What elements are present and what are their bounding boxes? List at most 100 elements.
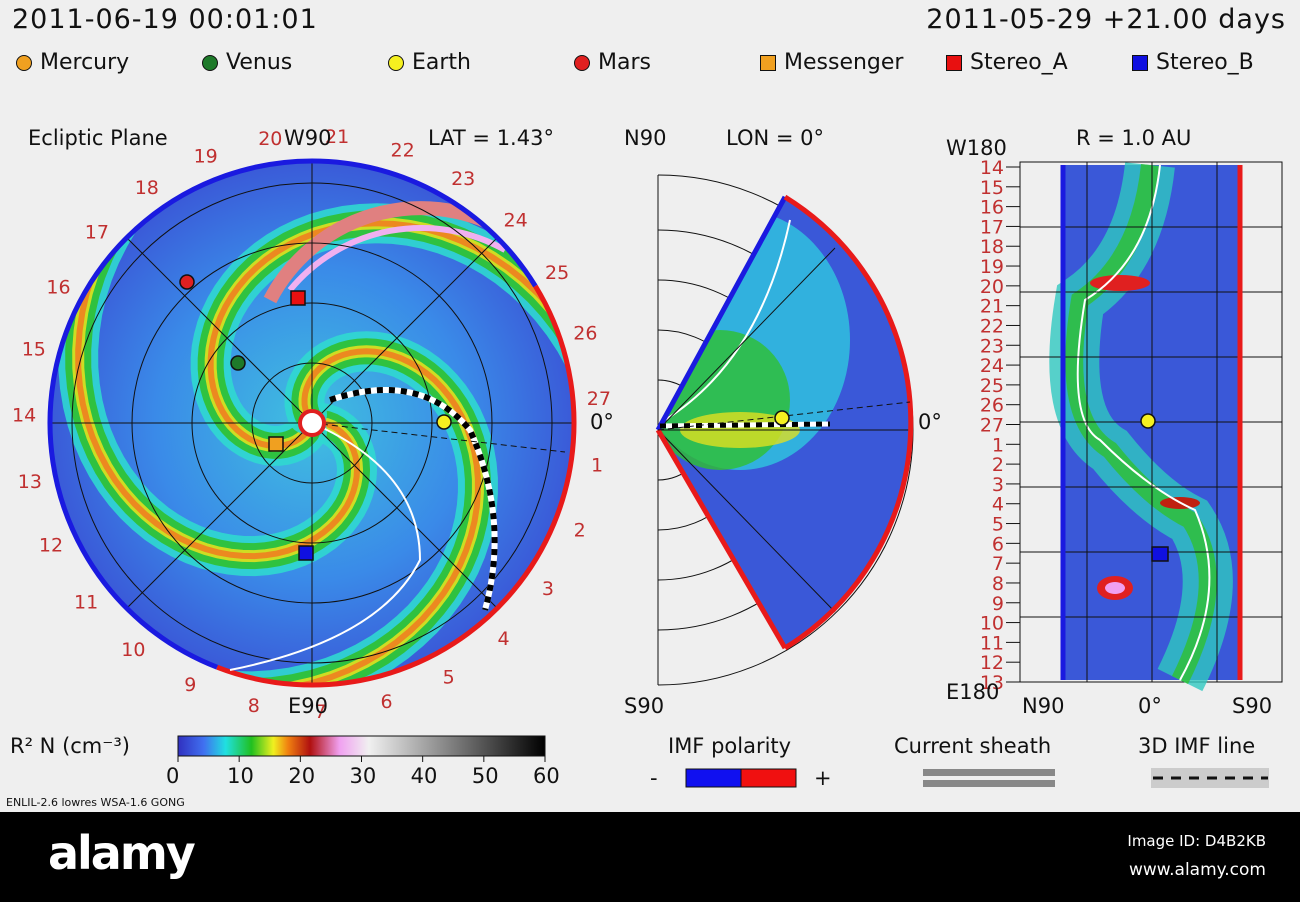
stereo-b-marker-icon: [298, 545, 314, 561]
carrington-longitude-label: 2: [574, 519, 586, 541]
colorbar-label: R² N (cm⁻³): [10, 734, 130, 758]
imf-polarity-label: IMF polarity: [668, 734, 792, 758]
radial-row-label: 19: [980, 256, 1004, 278]
radial-row-label: 11: [980, 632, 1004, 654]
ecliptic-title: Ecliptic Plane: [28, 126, 168, 150]
ecliptic-bottom-label: E90: [288, 694, 328, 718]
carrington-longitude-label: 3: [542, 578, 554, 600]
radial-title: R = 1.0 AU: [1076, 126, 1192, 150]
colorbar-tick-label: 60: [533, 764, 560, 788]
radial-row-label: 17: [980, 216, 1004, 238]
radial-row-label: 12: [980, 652, 1004, 674]
alamy-url: www.alamy.com: [1128, 860, 1266, 880]
radial-row-label: 21: [980, 296, 1004, 318]
imf-negative-swatch: [685, 768, 742, 788]
density-peak: [1090, 275, 1150, 291]
footer-bar: alamy Image ID: D4B2KB www.alamy.com: [0, 812, 1300, 902]
carrington-longitude-label: 17: [85, 222, 109, 244]
carrington-longitude-label: 22: [391, 140, 415, 162]
radial-row-label: 14: [980, 157, 1004, 179]
colorbar-tick-label: 0: [166, 764, 180, 788]
stereo-a-marker-icon: [290, 290, 306, 306]
carrington-longitude-label: 24: [504, 209, 528, 231]
model-info: ENLIL-2.6 lowres WSA-1.6 GONG: [6, 796, 185, 809]
imf-positive-swatch: [740, 768, 797, 788]
carrington-longitude-label: 13: [18, 471, 42, 493]
carrington-longitude-label: 5: [443, 667, 455, 689]
current-sheath-swatch: [923, 780, 1055, 787]
earth-marker-icon: [774, 410, 790, 426]
venus-marker-icon: [230, 355, 246, 371]
carrington-longitude-label: 10: [121, 639, 145, 661]
colorbar-tick-label: 10: [227, 764, 254, 788]
radial-x-mid: 0°: [1138, 694, 1162, 718]
current-sheath-swatch: [923, 769, 1055, 776]
carrington-longitude-label: 6: [380, 691, 392, 713]
radial-row-label: 20: [980, 276, 1004, 298]
radial-top-label: W180: [946, 136, 1007, 160]
stereo-b-marker-icon: [1151, 546, 1169, 562]
carrington-longitude-label: 26: [573, 322, 597, 344]
ecliptic-top-label: W90: [284, 126, 332, 150]
radial-row-label: 1: [992, 434, 1004, 456]
radial-row-label: 9: [992, 593, 1004, 615]
earth-marker-icon: [436, 414, 452, 430]
radial-row-label: 27: [980, 415, 1004, 437]
radial-row-label: 15: [980, 177, 1004, 199]
radial-row-label: 3: [992, 474, 1004, 496]
carrington-longitude-label: 23: [451, 168, 475, 190]
imf-plus: +: [814, 766, 832, 790]
carrington-longitude-label: 20: [258, 128, 282, 150]
radial-row-label: 6: [992, 533, 1004, 555]
radial-row-label: 25: [980, 375, 1004, 397]
carrington-longitude-label: 4: [497, 628, 509, 650]
carrington-longitude-label: 1: [591, 455, 603, 477]
carrington-longitude-label: 12: [39, 535, 63, 557]
radial-row-label: 24: [980, 355, 1004, 377]
radial-row-label: 7: [992, 553, 1004, 575]
earth-marker-icon: [1140, 413, 1156, 429]
colorbar-tick-label: 30: [349, 764, 377, 788]
image-id: Image ID: D4B2KB: [1127, 832, 1266, 850]
carrington-longitude-label: 9: [184, 674, 196, 696]
carrington-longitude-label: 27: [587, 388, 611, 410]
carrington-longitude-label: 15: [22, 339, 46, 361]
carrington-longitude-label: 18: [135, 177, 159, 199]
imf-line-label: 3D IMF line: [1138, 734, 1256, 758]
ecliptic-zero-label: 0°: [590, 410, 614, 434]
imf-line-path: [659, 421, 831, 429]
meridional-features: [658, 210, 850, 470]
carrington-longitude-label: 11: [74, 592, 98, 614]
current-sheath-label: Current sheath: [894, 734, 1052, 758]
carrington-longitude-label: 8: [248, 695, 260, 717]
carrington-longitude-label: 25: [545, 262, 569, 284]
messenger-marker-icon: [268, 436, 284, 452]
lon-label: LON = 0°: [726, 126, 824, 150]
radial-row-label: 10: [980, 613, 1004, 635]
imf-minus: -: [650, 766, 658, 790]
radial-row-label: 2: [992, 454, 1004, 476]
density-peak: [1105, 582, 1125, 594]
colorbar-tick-label: 50: [471, 764, 499, 788]
radial-row-label: 22: [980, 315, 1004, 337]
radial-row-label: 26: [980, 395, 1004, 417]
radial-row-label: 23: [980, 335, 1004, 357]
radial-row-label: 16: [980, 197, 1004, 219]
plot-area: 271234567891011121314151617181920 2122232…: [12, 126, 1283, 788]
radial-bottom-label: E180: [946, 680, 1000, 704]
meridional-bottom-label: S90: [624, 694, 665, 718]
radial-x-right: S90: [1232, 694, 1273, 718]
carrington-longitude-label: 16: [46, 276, 70, 298]
colorbar-tick-label: 20: [288, 764, 316, 788]
colorbar: [177, 735, 546, 757]
sun-icon: [298, 409, 326, 437]
colorbar-tick-label: 40: [410, 764, 438, 788]
carrington-longitude-label: 19: [194, 145, 218, 167]
mars-marker-icon: [179, 274, 195, 290]
radial-row-label: 8: [992, 573, 1004, 595]
radial-row-label: 4: [992, 494, 1004, 516]
meridional-top-label: N90: [624, 126, 667, 150]
radial-row-label: 5: [992, 514, 1004, 536]
radial-x-left: N90: [1022, 694, 1065, 718]
lat-label: LAT = 1.43°: [428, 126, 554, 150]
